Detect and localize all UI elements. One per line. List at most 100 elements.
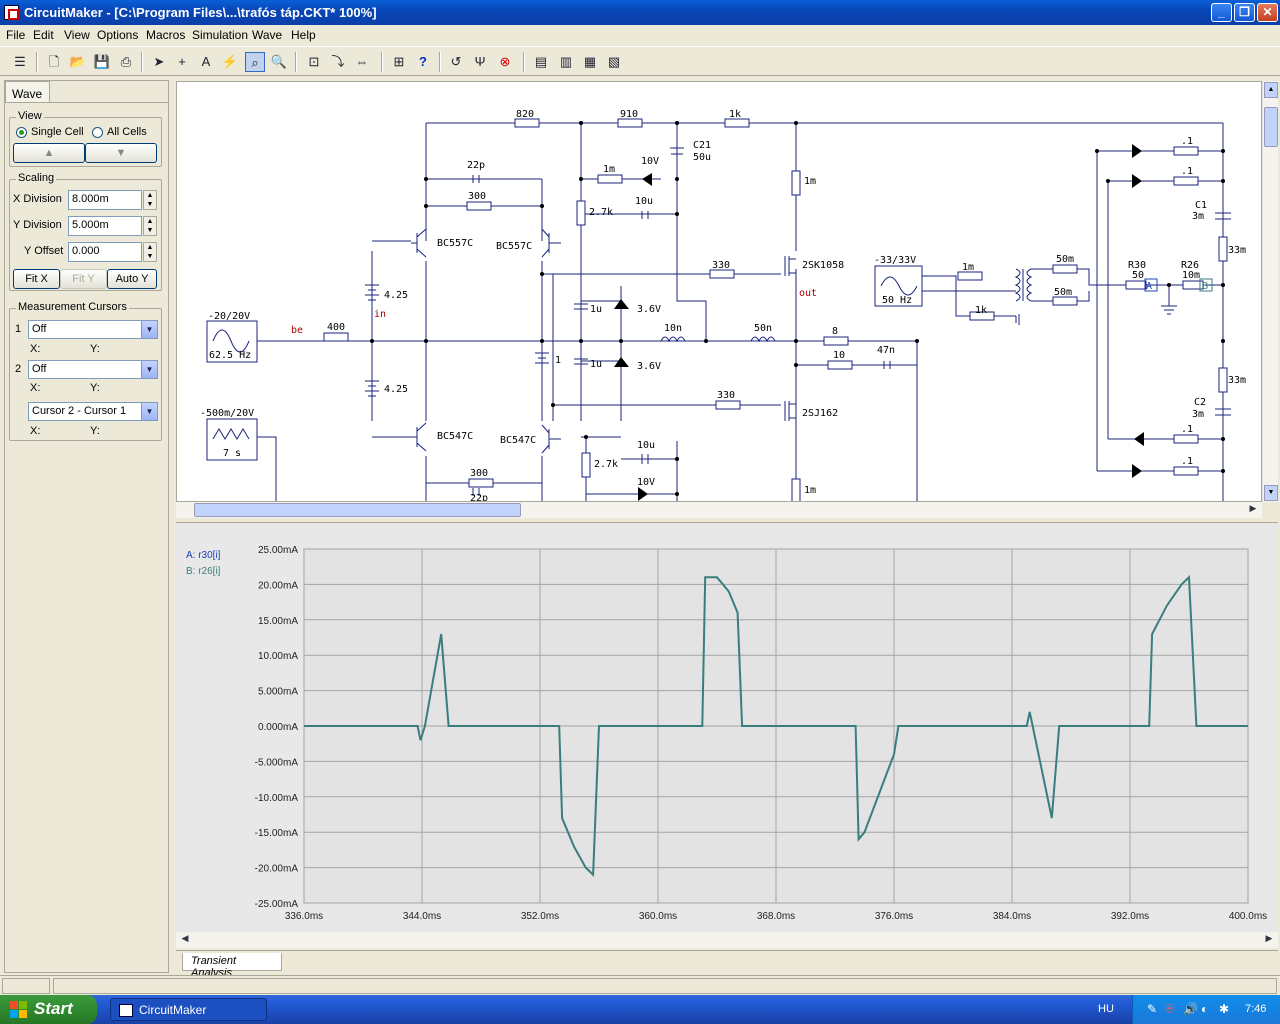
close-button[interactable]: ✕ — [1257, 3, 1278, 22]
stop-icon[interactable]: ⊗ — [495, 52, 515, 72]
help-icon[interactable]: ? — [413, 52, 433, 72]
zoom-fit-icon[interactable]: ⊡ — [304, 52, 324, 72]
label-r33m-b: 33m — [1228, 375, 1246, 386]
chevron-down-icon: ▼ — [141, 321, 157, 338]
step-icon[interactable]: Ψ — [470, 52, 490, 72]
label-d01c: .1 — [1181, 424, 1193, 435]
label-l50n: 50n — [754, 323, 772, 334]
label-r1k-t: 1k — [975, 305, 987, 316]
cursor1-select[interactable]: Off ▼ — [28, 320, 158, 339]
analysis-setup-icon[interactable]: ▤ — [531, 52, 551, 72]
fit-y-button[interactable]: Fit Y — [60, 269, 107, 289]
single-cell-radio[interactable] — [16, 127, 27, 138]
new-file-icon[interactable]: 🗋 — [44, 52, 64, 72]
y-offset-field[interactable]: 0.000 — [68, 242, 142, 262]
windows-logo-icon — [10, 1001, 27, 1018]
waveform-horizontal-scrollbar[interactable]: ◀ ▶ — [176, 932, 1278, 948]
open-file-icon[interactable]: 📂 — [68, 52, 88, 72]
menu-macros[interactable]: Macros — [146, 28, 185, 42]
all-cells-label: All Cells — [107, 126, 147, 138]
menu-view[interactable]: View — [64, 28, 90, 42]
minimize-button[interactable]: _ — [1211, 3, 1232, 22]
save-icon[interactable]: 💾 — [92, 52, 112, 72]
scroll-right-arrow-icon[interactable]: ▶ — [1245, 503, 1261, 517]
volume-icon[interactable]: 🔊 — [1183, 1002, 1198, 1016]
label-r50m-a: 50m — [1056, 254, 1074, 265]
y-division-field[interactable]: 5.000m — [68, 216, 142, 236]
reset-icon[interactable]: ↺ — [446, 52, 466, 72]
label-r1m-t: 1m — [962, 262, 974, 273]
scroll-left-arrow-icon[interactable]: ◀ — [178, 933, 192, 947]
x-division-field[interactable]: 8.000m — [68, 190, 142, 210]
x-division-spinner[interactable]: ▲ ▼ — [143, 190, 157, 210]
chevron-down-icon: ▼ — [141, 361, 157, 378]
menu-options[interactable]: Options — [97, 28, 138, 42]
scroll-right-arrow-icon[interactable]: ▶ — [1262, 933, 1276, 947]
netlist-icon[interactable]: ⊞ — [389, 52, 409, 72]
scroll-up-button[interactable]: ▲ — [13, 143, 85, 163]
panel-toggle-icon[interactable]: ☰ — [10, 52, 30, 72]
scroll-down-arrow-icon[interactable]: ▼ — [1264, 485, 1278, 501]
y-tick-label: 20.00mA — [258, 580, 298, 591]
label-gen3-freq: 50 Hz — [882, 295, 912, 306]
menu-simulation[interactable]: Simulation — [192, 28, 248, 42]
label-c1-value: 3m — [1192, 211, 1204, 222]
schematic-vertical-scrollbar[interactable]: ▲ ▼ — [1262, 81, 1278, 502]
scaling-group: Scaling X Division 8.000m ▲ ▼ Y Division … — [9, 172, 162, 291]
menu-file[interactable]: File — [6, 28, 25, 42]
toolbar-separator — [141, 52, 143, 72]
tab-wave[interactable]: Wave — [5, 81, 50, 103]
x-division-label: X Division — [13, 193, 62, 205]
network-icon[interactable]: ✎ — [1147, 1002, 1157, 1016]
schematic-horizontal-scrollbar[interactable]: ▶ — [176, 502, 1262, 518]
wire-tool-icon[interactable]: + — [172, 52, 192, 72]
tab-transient-analysis[interactable]: Transient Analysis — [182, 953, 282, 979]
app-icon[interactable] — [4, 5, 19, 20]
menu-edit[interactable]: Edit — [33, 28, 54, 42]
cursor-diff-value: Cursor 2 - Cursor 1 — [32, 405, 127, 417]
waveform-view[interactable]: A: r30[i] B: r26[i] 336.0ms 344.0ms 352.0m… — [176, 522, 1278, 932]
x-tick-label: 360.0ms — [639, 911, 677, 922]
y-offset-spinner[interactable]: ▲ ▼ — [143, 242, 157, 262]
all-cells-radio[interactable] — [92, 127, 103, 138]
maximize-button[interactable]: ❐ — [1234, 3, 1255, 22]
vertical-scroll-thumb[interactable] — [1264, 107, 1278, 147]
update-icon[interactable]: ◐ — [1201, 1002, 1208, 1016]
label-2sk1058: 2SK1058 — [802, 260, 844, 271]
print-icon[interactable]: ⎙ — [116, 52, 136, 72]
waveform-cursors-icon[interactable]: ▧ — [604, 52, 624, 72]
probe-tool-icon[interactable]: ⚡ — [220, 52, 240, 72]
menu-wave[interactable]: Wave — [252, 28, 282, 42]
scroll-up-arrow-icon[interactable]: ▲ — [1264, 82, 1278, 98]
zoom-icon[interactable]: 🔍 — [269, 52, 289, 72]
taskbar-item-circuitmaker[interactable]: CircuitMaker — [110, 998, 267, 1021]
label-be: be — [291, 325, 303, 336]
label-c22p: 22p — [467, 160, 485, 171]
scroll-down-button[interactable]: ▼ — [85, 143, 157, 163]
auto-y-button[interactable]: Auto Y — [107, 269, 157, 289]
arrow-tool-icon[interactable]: ➤ — [149, 52, 169, 72]
title-bar: CircuitMaker - [C:\Program Files\...\tra… — [0, 0, 1280, 25]
probe-active-icon[interactable]: ⌕ — [245, 52, 265, 72]
y-division-spinner[interactable]: ▲ ▼ — [143, 216, 157, 236]
mirror-icon[interactable]: ⇔ — [352, 52, 372, 72]
waveform-icon[interactable]: ▥ — [556, 52, 576, 72]
start-button[interactable]: Start — [0, 995, 97, 1024]
tab-divider — [5, 102, 168, 103]
horizontal-scroll-thumb[interactable] — [194, 503, 521, 517]
y-tick-label: 25.00mA — [258, 545, 298, 556]
language-indicator[interactable]: HU — [1098, 1003, 1114, 1015]
y-tick-label: 5.000mA — [258, 687, 298, 698]
cursor-diff-select[interactable]: Cursor 2 - Cursor 1 ▼ — [28, 402, 158, 421]
schematic-canvas[interactable]: 820 910 1k C21 50u 22p 300 1m 10V 2.7k 1… — [176, 81, 1262, 502]
waveform-fit-icon[interactable]: ▦ — [580, 52, 600, 72]
rotate-icon[interactable]: ⤵ — [328, 52, 348, 72]
status-bar — [0, 975, 1280, 995]
menu-help[interactable]: Help — [291, 28, 316, 42]
text-tool-icon[interactable]: A — [196, 52, 216, 72]
cursor2-select[interactable]: Off ▼ — [28, 360, 158, 379]
bluetooth-icon[interactable]: ✱ — [1219, 1002, 1229, 1016]
fit-x-button[interactable]: Fit X — [13, 269, 60, 289]
security-icon[interactable]: ⛨ — [1165, 1002, 1174, 1017]
label-c1u-b: 1u — [590, 359, 602, 370]
